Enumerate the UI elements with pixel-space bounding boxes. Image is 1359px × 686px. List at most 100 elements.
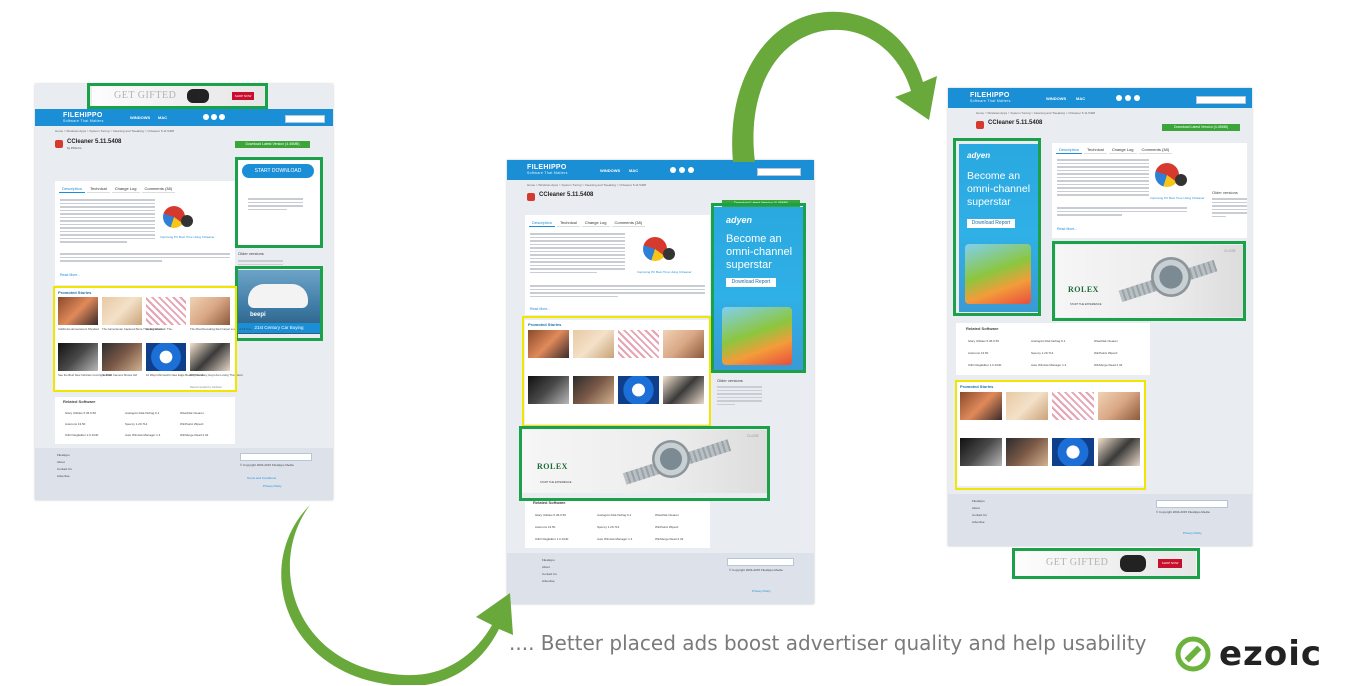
description-text-full — [1057, 207, 1187, 218]
search-input[interactable] — [285, 115, 325, 123]
tab-comments[interactable]: Comments (38) — [1138, 146, 1173, 154]
privacy-link[interactable]: Privacy Policy — [1183, 531, 1202, 535]
footer-link[interactable]: FileHippo — [57, 453, 70, 458]
related-item[interactable]: Glary Utilities 5.36.0.56 — [535, 513, 566, 518]
related-item[interactable]: O&O RegEditor 1.0.1040 — [535, 537, 568, 542]
footer-search-input[interactable] — [727, 558, 794, 566]
footer-search-input[interactable] — [1156, 500, 1228, 508]
footer-link[interactable]: About — [542, 565, 550, 570]
search-input[interactable] — [1196, 96, 1246, 104]
footer-link[interactable]: FileHippo — [972, 499, 985, 504]
footer-link[interactable]: Contact Us — [542, 572, 557, 577]
related-item[interactable]: Autoruns 13.50 — [535, 525, 555, 530]
related-item[interactable]: WiseDisk Cleaner — [180, 411, 204, 416]
footer-link[interactable]: Advertise — [972, 520, 985, 525]
related-item[interactable]: Speccy 1.29.714 — [1031, 351, 1053, 356]
download-latest-button[interactable]: Download Latest Version (4.45MB) — [1162, 124, 1240, 131]
footer-link[interactable]: Contact Us — [972, 513, 987, 518]
tab-technical[interactable]: Technical — [1084, 146, 1107, 154]
twitter-icon[interactable] — [679, 167, 685, 173]
related-item[interactable]: WinMerge Read 2.32 — [655, 537, 683, 542]
twitter-icon[interactable] — [211, 114, 217, 120]
terms-link[interactable]: Terms and Conditions — [247, 476, 276, 480]
nav-windows[interactable]: WINDOWS — [600, 168, 620, 173]
tab-change-log[interactable]: Change Log — [581, 219, 610, 227]
footer-link[interactable]: Contact Us — [57, 467, 72, 472]
nav-mac[interactable]: MAC — [1076, 96, 1085, 101]
related-item[interactable]: O&O RegEditor 1.0.1040 — [968, 363, 1001, 368]
related-item[interactable]: WinMerge Read 2.32 — [1094, 363, 1122, 368]
nav-windows[interactable]: WINDOWS — [1046, 96, 1066, 101]
related-item[interactable]: Auto Window Manager 1.4 — [125, 433, 160, 438]
ezoic-logo-icon — [1175, 636, 1211, 672]
footer-link[interactable]: FileHippo — [542, 558, 555, 563]
read-more-link[interactable]: Read More... — [60, 273, 80, 277]
video-caption[interactable]: Improving PC Boot Time Using CCleaner — [160, 235, 215, 239]
facebook-icon[interactable] — [1116, 95, 1122, 101]
play-video-icon[interactable] — [181, 215, 193, 227]
tab-change-log[interactable]: Change Log — [111, 185, 140, 193]
related-item[interactable]: Glary Utilities 5.36.0.56 — [968, 339, 999, 344]
google-plus-icon[interactable] — [219, 114, 225, 120]
older-versions-title: Older versions — [238, 251, 264, 256]
google-plus-icon[interactable] — [1134, 95, 1140, 101]
footer-link[interactable]: About — [57, 460, 65, 465]
download-latest-button[interactable]: Download Latest Version (4.45MB) — [235, 141, 310, 148]
ezoic-brand: ezoic — [1175, 636, 1322, 672]
nav-windows[interactable]: WINDOWS — [130, 115, 150, 120]
footer-link[interactable]: Advertise — [542, 579, 555, 584]
facebook-icon[interactable] — [670, 167, 676, 173]
related-item[interactable]: Auslogics Disk Defrag 6.1 — [1031, 339, 1065, 344]
video-caption[interactable]: Improving PC Boot Time Using CCleaner — [637, 270, 692, 274]
related-item[interactable]: Auslogics Disk Defrag 6.1 — [125, 411, 159, 416]
ad-highlight-adyen — [953, 138, 1041, 316]
tab-description[interactable]: Description — [59, 185, 86, 193]
footer-link[interactable]: About — [972, 506, 980, 511]
site-logo[interactable]: FILEHIPPO Software That Matters — [63, 112, 104, 123]
related-item[interactable]: O&O RegEditor 1.0.1040 — [65, 433, 98, 438]
tab-comments[interactable]: Comments (38) — [611, 219, 646, 227]
related-item[interactable]: Autoruns 13.50 — [968, 351, 988, 356]
footer-search-input[interactable] — [240, 453, 312, 461]
related-item[interactable]: WinPatrol Wiperd — [180, 422, 203, 427]
tab-description[interactable]: Description — [1056, 146, 1083, 154]
related-software: Related Software Glary Utilities 5.36.0.… — [956, 323, 1150, 375]
related-item[interactable]: WinPatrol Wiperd — [1094, 351, 1117, 356]
app-byline: by Piriform — [67, 146, 82, 150]
older-versions-list[interactable] — [1212, 198, 1247, 219]
related-item[interactable]: WiseDisk Cleaner — [655, 513, 679, 518]
footer-link[interactable]: Advertise — [57, 474, 70, 479]
related-item[interactable]: Glary Utilities 5.36.0.56 — [65, 411, 96, 416]
read-more-link[interactable]: Read More... — [1057, 227, 1077, 231]
related-item[interactable]: WinPatrol Wiperd — [655, 525, 678, 530]
privacy-link[interactable]: Privacy Policy — [752, 589, 771, 593]
related-item[interactable]: WiseDisk Cleaner — [1094, 339, 1118, 344]
older-versions-list[interactable] — [717, 386, 762, 407]
play-video-icon[interactable] — [663, 248, 675, 260]
related-item[interactable]: WinMerge Read 2.32 — [180, 433, 208, 438]
related-item[interactable]: Autoruns 13.50 — [65, 422, 85, 427]
app-title: CCleaner 5.11.5408 — [988, 120, 1043, 126]
nav-mac[interactable]: MAC — [629, 168, 638, 173]
read-more-link[interactable]: Read More... — [530, 307, 550, 311]
site-logo[interactable]: FILEHIPPO Software That Matters — [527, 164, 568, 175]
video-caption[interactable]: Improving PC Boot Time Using CCleaner — [1150, 196, 1205, 200]
play-video-icon[interactable] — [1175, 174, 1187, 186]
privacy-link[interactable]: Privacy Policy — [263, 484, 282, 488]
google-plus-icon[interactable] — [688, 167, 694, 173]
related-item[interactable]: Speccy 1.29.714 — [597, 525, 619, 530]
related-item[interactable]: Auto Window Manager 1.4 — [1031, 363, 1066, 368]
tab-technical[interactable]: Technical — [557, 219, 580, 227]
site-logo[interactable]: FILEHIPPO Software That Matters — [970, 92, 1011, 103]
tab-change-log[interactable]: Change Log — [1108, 146, 1137, 154]
site-footer: FileHippo About Contact Us Advertise © C… — [948, 494, 1252, 546]
related-item[interactable]: Speccy 1.29.714 — [125, 422, 147, 427]
related-item[interactable]: Auslogics Disk Defrag 6.1 — [597, 513, 631, 518]
twitter-icon[interactable] — [1125, 95, 1131, 101]
tab-description[interactable]: Description — [529, 219, 556, 227]
tab-comments[interactable]: Comments (38) — [141, 185, 176, 193]
related-item[interactable]: Auto Window Manager 1.4 — [597, 537, 632, 542]
nav-mac[interactable]: MAC — [158, 115, 167, 120]
facebook-icon[interactable] — [203, 114, 209, 120]
tab-technical[interactable]: Technical — [87, 185, 110, 193]
